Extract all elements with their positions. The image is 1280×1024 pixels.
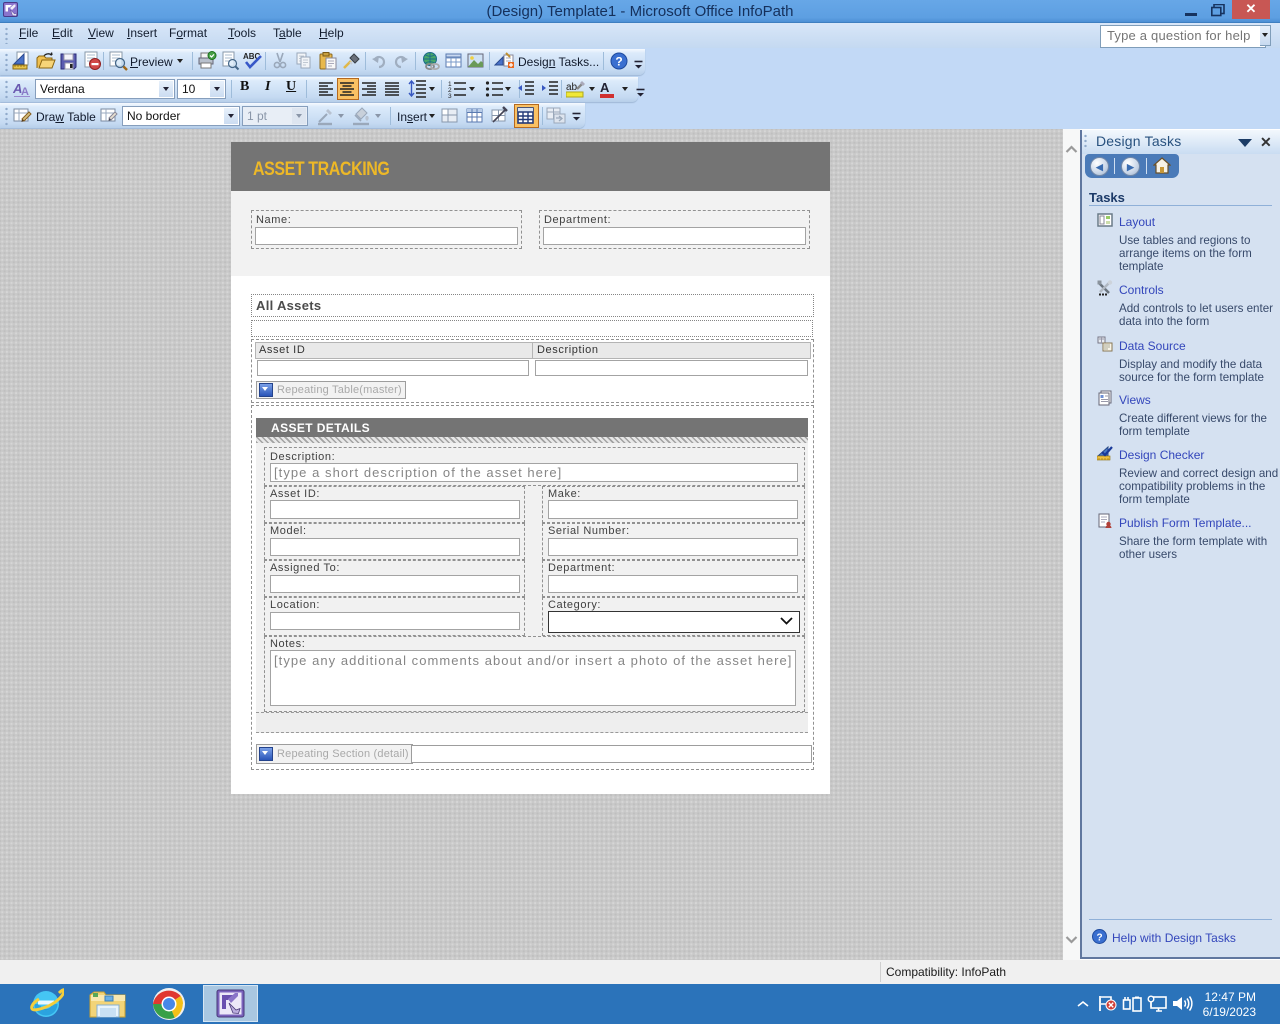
svg-text:A: A [600, 80, 610, 95]
svg-text:?: ? [1096, 933, 1102, 944]
svg-text:ab: ab [566, 82, 578, 93]
svg-text:?: ? [615, 55, 622, 69]
svg-text:3: 3 [448, 93, 452, 99]
